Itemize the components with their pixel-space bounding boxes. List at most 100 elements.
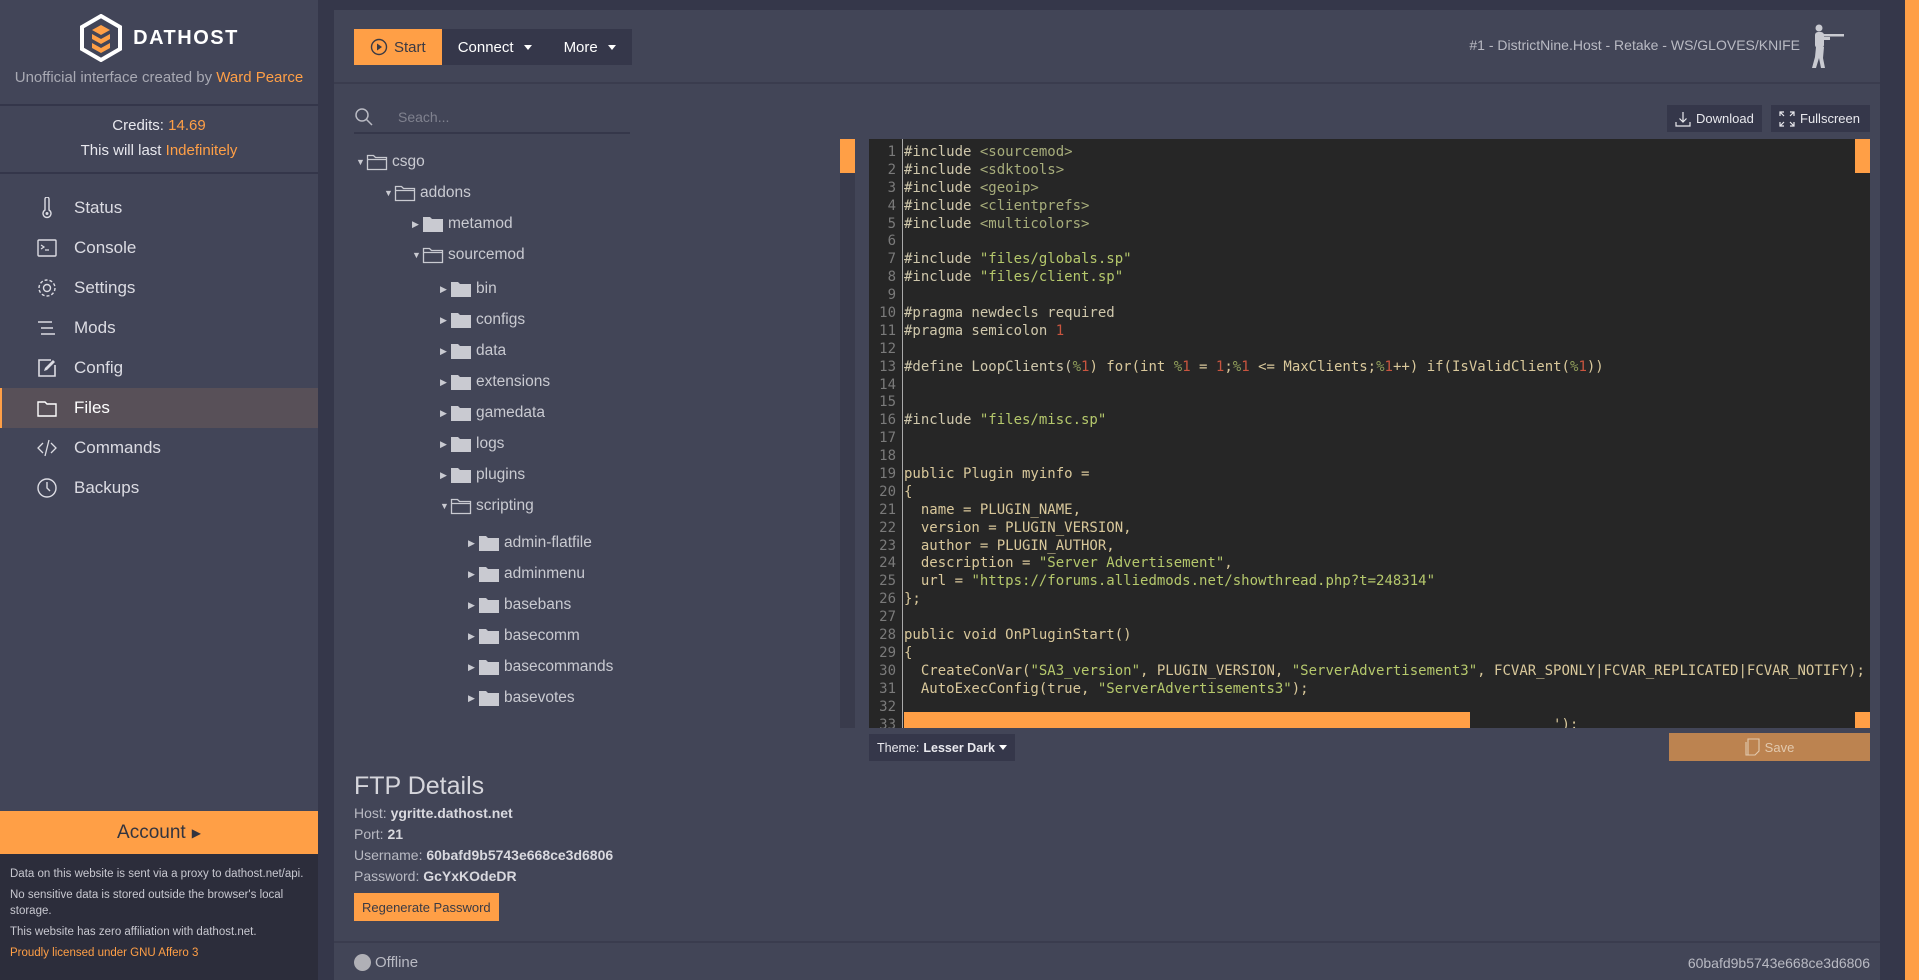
code-token: author = PLUGIN_AUTHOR, (904, 537, 1115, 554)
tree-item-basebans[interactable]: ▶ basebans (468, 593, 571, 617)
folder-icon (423, 217, 443, 232)
folder-icon (479, 567, 499, 582)
caret-right-icon[interactable]: ▶ (468, 600, 478, 611)
caret-right-icon[interactable]: ▶ (440, 408, 450, 419)
sidebar-item-settings[interactable]: Settings (0, 268, 318, 308)
sidebar-item-files[interactable]: Files (0, 388, 318, 428)
line-number: 30 (879, 662, 896, 679)
code-text: author = PLUGIN_AUTHOR, (899, 538, 1115, 556)
caret-right-icon[interactable]: ▶ (440, 470, 450, 481)
tree-item-extensions[interactable]: ▶ extensions (440, 370, 550, 394)
tree-item-bin[interactable]: ▶ bin (440, 277, 497, 301)
code-editor[interactable]: 1 #include <sourcemod> 2 #include <sdktools… (869, 139, 1870, 728)
code-token: % (1376, 358, 1385, 375)
credits-value: 14.69 (168, 117, 206, 134)
sidebar-item-status[interactable]: Status (0, 188, 318, 228)
tree-item-label: metamod (448, 215, 513, 232)
regenerate-password-button[interactable]: Regenerate Password (354, 893, 499, 921)
scroll-thumb[interactable] (840, 139, 855, 173)
start-button[interactable]: Start (354, 29, 442, 65)
list-icon (38, 321, 55, 335)
caret-right-icon[interactable]: ▶ (468, 693, 478, 704)
tree-item-basecommands[interactable]: ▶ basecommands (468, 655, 613, 679)
code-text: #include "files/client.sp" (899, 269, 1123, 287)
code-token: ++) if(IsValidClient( (1392, 358, 1570, 375)
code-token: <multicolors> (979, 215, 1090, 232)
line-number: 6 (887, 233, 896, 250)
caret-down-icon[interactable]: ▼ (412, 250, 422, 260)
sidebar-item-backups[interactable]: Backups (0, 468, 318, 508)
line-number: 10 (879, 305, 896, 322)
more-label: More (563, 38, 598, 56)
code-lines[interactable]: 1 #include <sourcemod> 2 #include <sdktools… (869, 144, 1865, 728)
account-button[interactable]: Account ▶ (0, 811, 318, 854)
search-icon (355, 108, 373, 126)
tree-item-label: logs (476, 435, 505, 452)
connect-dropdown[interactable]: Connect (441, 29, 548, 65)
code-line: 19 public Plugin myinfo = (869, 466, 1865, 484)
code-token: "ServerAdvertisement3" (1291, 662, 1478, 679)
tree-item-addons[interactable]: ▼ addons (384, 181, 471, 205)
code-line: 14 (869, 377, 1865, 395)
caret-right-icon[interactable]: ▶ (440, 346, 450, 357)
search-input[interactable] (398, 109, 598, 125)
caret-right-icon[interactable]: ▶ (412, 219, 422, 230)
code-token: #pragma newdecls required (904, 305, 1115, 322)
download-button[interactable]: Download (1667, 105, 1762, 132)
tree-item-gamedata[interactable]: ▶ gamedata (440, 401, 545, 425)
caret-right-icon[interactable]: ▶ (440, 315, 450, 326)
sidebar-item-mods[interactable]: Mods (0, 308, 318, 348)
folder-icon (451, 468, 471, 483)
tree-item-csgo[interactable]: ▼ csgo (356, 150, 425, 174)
save-button[interactable]: Save (1669, 733, 1870, 761)
theme-dropdown[interactable]: Theme: Lesser Dark (869, 734, 1015, 761)
folder-open-icon (422, 247, 444, 264)
sidebar-item-config[interactable]: Config (0, 348, 318, 388)
tree-item-adminmenu[interactable]: ▶ adminmenu (468, 562, 585, 586)
horizontal-scrollbar[interactable] (904, 712, 1470, 728)
tree-item-data[interactable]: ▶ data (440, 339, 506, 363)
tree-item-logs[interactable]: ▶ logs (440, 432, 504, 456)
sidebar-item-console[interactable]: Console (0, 228, 318, 268)
more-dropdown[interactable]: More (547, 29, 632, 65)
logo[interactable]: DATHOST (0, 14, 318, 62)
editor-side-scrollbar[interactable] (840, 139, 855, 728)
vertical-scrollbar[interactable] (1855, 139, 1870, 173)
caret-right-icon[interactable]: ▶ (468, 662, 478, 673)
tree-item-metamod[interactable]: ▶ metamod (412, 212, 513, 236)
csgo-soldier-icon (1812, 24, 1844, 68)
tree-item-basevotes[interactable]: ▶ basevotes (468, 686, 575, 710)
tree-item-basecomm[interactable]: ▶ basecomm (468, 624, 580, 648)
tree-item-scripting[interactable]: ▼ scripting (440, 494, 534, 518)
tree-item-plugins[interactable]: ▶ plugins (440, 463, 525, 487)
folder-icon (451, 344, 471, 359)
caret-right-icon[interactable]: ▶ (468, 631, 478, 642)
caret-right-icon[interactable]: ▶ (468, 569, 478, 580)
fullscreen-button[interactable]: Fullscreen (1771, 105, 1870, 132)
tree-item-admin-flatfile[interactable]: ▶ admin-flatfile (468, 531, 592, 555)
password-value: GcYxKOdeDR (423, 868, 517, 884)
caret-right-icon[interactable]: ▶ (440, 377, 450, 388)
page-scrollbar[interactable] (1905, 0, 1919, 980)
code-text: public void OnPluginStart() (899, 627, 1132, 645)
caret-right-icon[interactable]: ▶ (468, 538, 478, 549)
tree-item-sourcemod[interactable]: ▼ sourcemod (412, 243, 525, 267)
caret-right-icon[interactable]: ▶ (440, 439, 450, 450)
clock-icon (37, 478, 57, 498)
caret-down-icon[interactable]: ▼ (440, 501, 450, 511)
license-link[interactable]: Proudly licensed under GNU Affero 3 (10, 945, 308, 961)
line-number: 27 (879, 609, 896, 626)
code-text: #include "files/globals.sp" (899, 251, 1132, 269)
caret-down-icon[interactable]: ▼ (356, 157, 366, 167)
caret-right-icon[interactable]: ▶ (440, 284, 450, 295)
code-text: AutoExecConfig(true, "ServerAdvertisemen… (899, 681, 1309, 699)
line-number: 2 (887, 161, 896, 178)
line-number: 32 (879, 698, 896, 715)
caret-down-icon[interactable]: ▼ (384, 188, 394, 198)
sidebar-item-commands[interactable]: Commands (0, 428, 318, 468)
author-link[interactable]: Ward Pearce (216, 69, 303, 86)
tree-item-configs[interactable]: ▶ configs (440, 308, 525, 332)
